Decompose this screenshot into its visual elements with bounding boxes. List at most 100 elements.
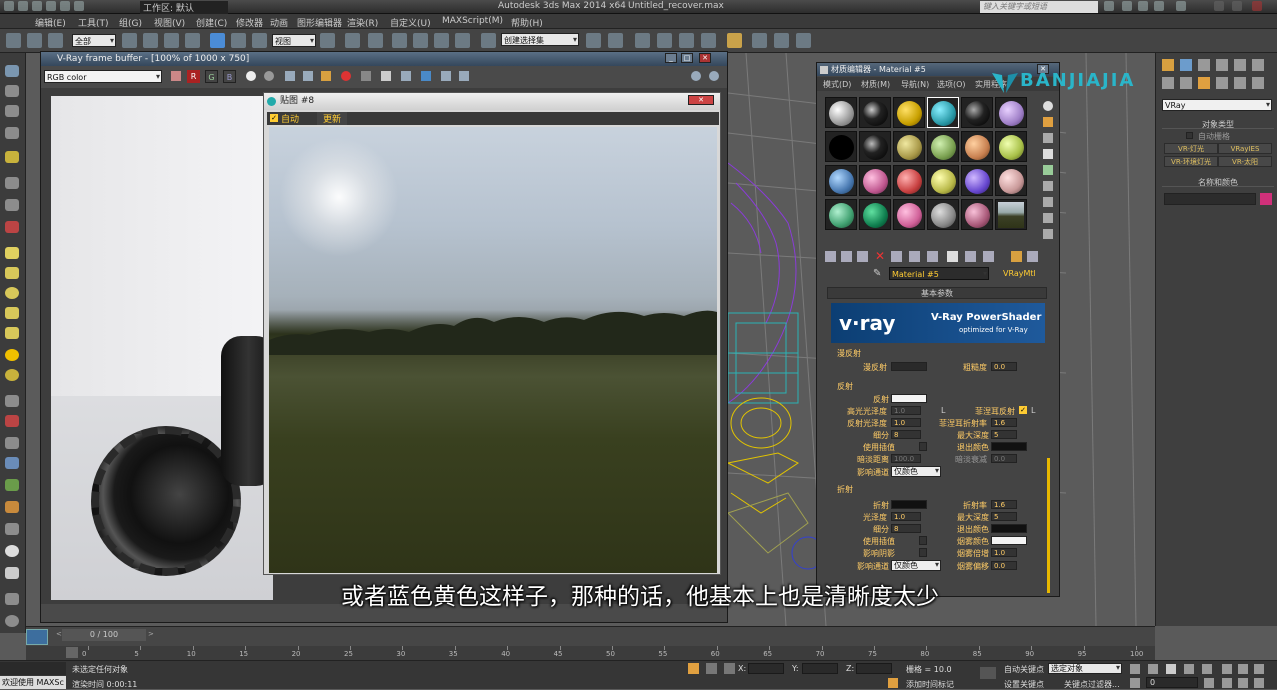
select-object-icon[interactable] (122, 33, 137, 48)
r-affect-channels-dropdown[interactable]: 仅颜色 (891, 560, 941, 571)
user-icon[interactable] (1138, 1, 1148, 11)
update-button[interactable]: 更新 (317, 112, 347, 125)
tool-icon-9[interactable] (5, 395, 19, 407)
rendered-frame-icon[interactable] (774, 33, 789, 48)
menu-maxscript[interactable]: MAXScript(M) (442, 16, 503, 26)
pan-icon[interactable] (1254, 664, 1264, 674)
background-icon[interactable] (1043, 133, 1053, 143)
percent-snap-icon[interactable] (434, 33, 449, 48)
r-gloss-field[interactable]: 1.0 (891, 512, 921, 521)
next-key-icon[interactable] (1184, 664, 1194, 674)
cameras-icon[interactable] (1216, 77, 1228, 89)
vfb-tool3-icon[interactable] (421, 71, 431, 81)
diffuse-color-swatch[interactable] (891, 362, 927, 371)
ior-field[interactable]: 1.6 (991, 500, 1017, 509)
put-to-scene-icon[interactable] (841, 251, 852, 262)
add-time-tag-button[interactable]: 添加时间标记 (906, 679, 954, 690)
y-coordinate-field[interactable] (802, 663, 838, 674)
vfb-minimize-button[interactable]: _ (665, 53, 677, 63)
vfb-mono-icon[interactable] (264, 71, 274, 81)
light-category-dropdown[interactable]: VRay (1162, 99, 1272, 111)
prev-frame-button[interactable]: < (56, 630, 62, 638)
get-material-icon[interactable] (825, 251, 836, 262)
menu-modifiers[interactable]: 修改器 (236, 16, 263, 29)
material-slot[interactable] (859, 131, 891, 162)
vfb-blue-channel-button[interactable]: B (223, 70, 236, 83)
named-selection-dropdown[interactable]: 创建选择集 (501, 33, 579, 46)
search-input[interactable]: 键入关键字或短语 (980, 1, 1098, 13)
assign-material-icon[interactable] (857, 251, 868, 262)
material-slot[interactable] (927, 97, 959, 128)
modify-tab-icon[interactable] (1180, 59, 1192, 71)
material-slot[interactable] (961, 131, 993, 162)
material-slot[interactable] (859, 97, 891, 128)
use-interp-checkbox[interactable] (919, 442, 927, 451)
uv-tiling-icon[interactable] (1043, 149, 1053, 159)
motion-tab-icon[interactable] (1216, 59, 1228, 71)
timeline-mini-curve-icon[interactable] (26, 629, 48, 645)
material-id-icon[interactable] (947, 251, 958, 262)
menu-edit[interactable]: 编辑(E) (35, 16, 66, 29)
material-slot[interactable] (825, 199, 857, 230)
r-max-depth-field[interactable]: 5 (991, 512, 1017, 521)
menu-animation[interactable]: 动画 (270, 16, 288, 29)
basic-params-rollout[interactable]: 基本参数 (827, 287, 1047, 299)
material-name-field[interactable]: Material #5 (889, 267, 989, 280)
render-setup-icon[interactable] (752, 33, 767, 48)
app-logo-icon[interactable] (4, 1, 14, 11)
vfb-folder-icon[interactable] (321, 71, 331, 81)
roughness-field[interactable]: 0.0 (991, 362, 1017, 371)
go-to-parent-icon[interactable] (1011, 251, 1022, 262)
layer-manager-icon[interactable] (635, 33, 650, 48)
vfb-load-icon[interactable] (303, 71, 313, 81)
select-by-name-icon[interactable] (143, 33, 158, 48)
material-slot[interactable] (995, 97, 1027, 128)
sample-type-icon[interactable] (1043, 101, 1053, 111)
fog-mult-field[interactable]: 1.0 (991, 548, 1017, 557)
reset-map-icon[interactable]: ✕ (875, 249, 885, 263)
go-forward-sibling-icon[interactable] (1027, 251, 1038, 262)
snap-icon[interactable] (392, 33, 407, 48)
isolate-icon[interactable] (706, 663, 717, 674)
current-frame-field[interactable]: 0 (1146, 677, 1198, 688)
vfb-alpha-icon[interactable] (246, 71, 256, 81)
copy-material-icon[interactable] (891, 251, 902, 262)
put-to-library-icon[interactable] (927, 251, 938, 262)
refl-gloss-field[interactable]: 1.0 (891, 418, 921, 427)
tool-icon-15[interactable] (5, 523, 19, 535)
menu-rendering[interactable]: 渲染(R) (347, 16, 378, 29)
vfb-region-icon[interactable] (381, 71, 391, 81)
time-slider-handle[interactable]: 0 / 100 (62, 629, 146, 641)
tool-icon-6[interactable] (5, 177, 19, 189)
tool-icon-2[interactable] (5, 85, 19, 97)
bind-spacewarp-icon[interactable] (48, 33, 63, 48)
maximize-viewport-icon[interactable] (1254, 678, 1264, 688)
maximize-icon[interactable] (1232, 1, 1242, 11)
tool-icon-14[interactable] (5, 501, 19, 513)
material-editor-icon[interactable] (727, 33, 742, 48)
walkthrough-icon[interactable] (1238, 678, 1248, 688)
me-menu-navigation[interactable]: 导航(N) (901, 79, 929, 90)
vfb-tool4-icon[interactable] (441, 71, 451, 81)
make-preview-icon[interactable] (1043, 181, 1053, 191)
tools-icon[interactable] (1122, 1, 1132, 11)
undo-icon[interactable] (60, 1, 70, 11)
eyedropper-icon[interactable]: ✎ (873, 268, 881, 279)
tool-icon-13[interactable] (5, 479, 19, 491)
fresnel-ior-field[interactable]: 1.6 (991, 418, 1017, 427)
material-slot[interactable] (961, 199, 993, 230)
auto-key-button[interactable]: 自动关键点 (1004, 664, 1044, 675)
x-coordinate-field[interactable] (748, 663, 784, 674)
vfb-tool2-icon[interactable] (401, 71, 411, 81)
dim-distance-field[interactable]: 100.0 (891, 454, 921, 463)
mirror-icon[interactable] (586, 33, 601, 48)
menu-group[interactable]: 组(G) (119, 16, 142, 29)
help-icon[interactable] (1176, 1, 1186, 11)
field-of-view-icon[interactable] (1222, 678, 1232, 688)
video-color-icon[interactable] (1043, 165, 1053, 175)
minimize-icon[interactable] (1214, 1, 1224, 11)
curve-editor-icon[interactable] (679, 33, 694, 48)
tool-icon-10[interactable] (5, 415, 19, 427)
helpers-icon[interactable] (1234, 77, 1246, 89)
save-icon[interactable] (46, 1, 56, 11)
